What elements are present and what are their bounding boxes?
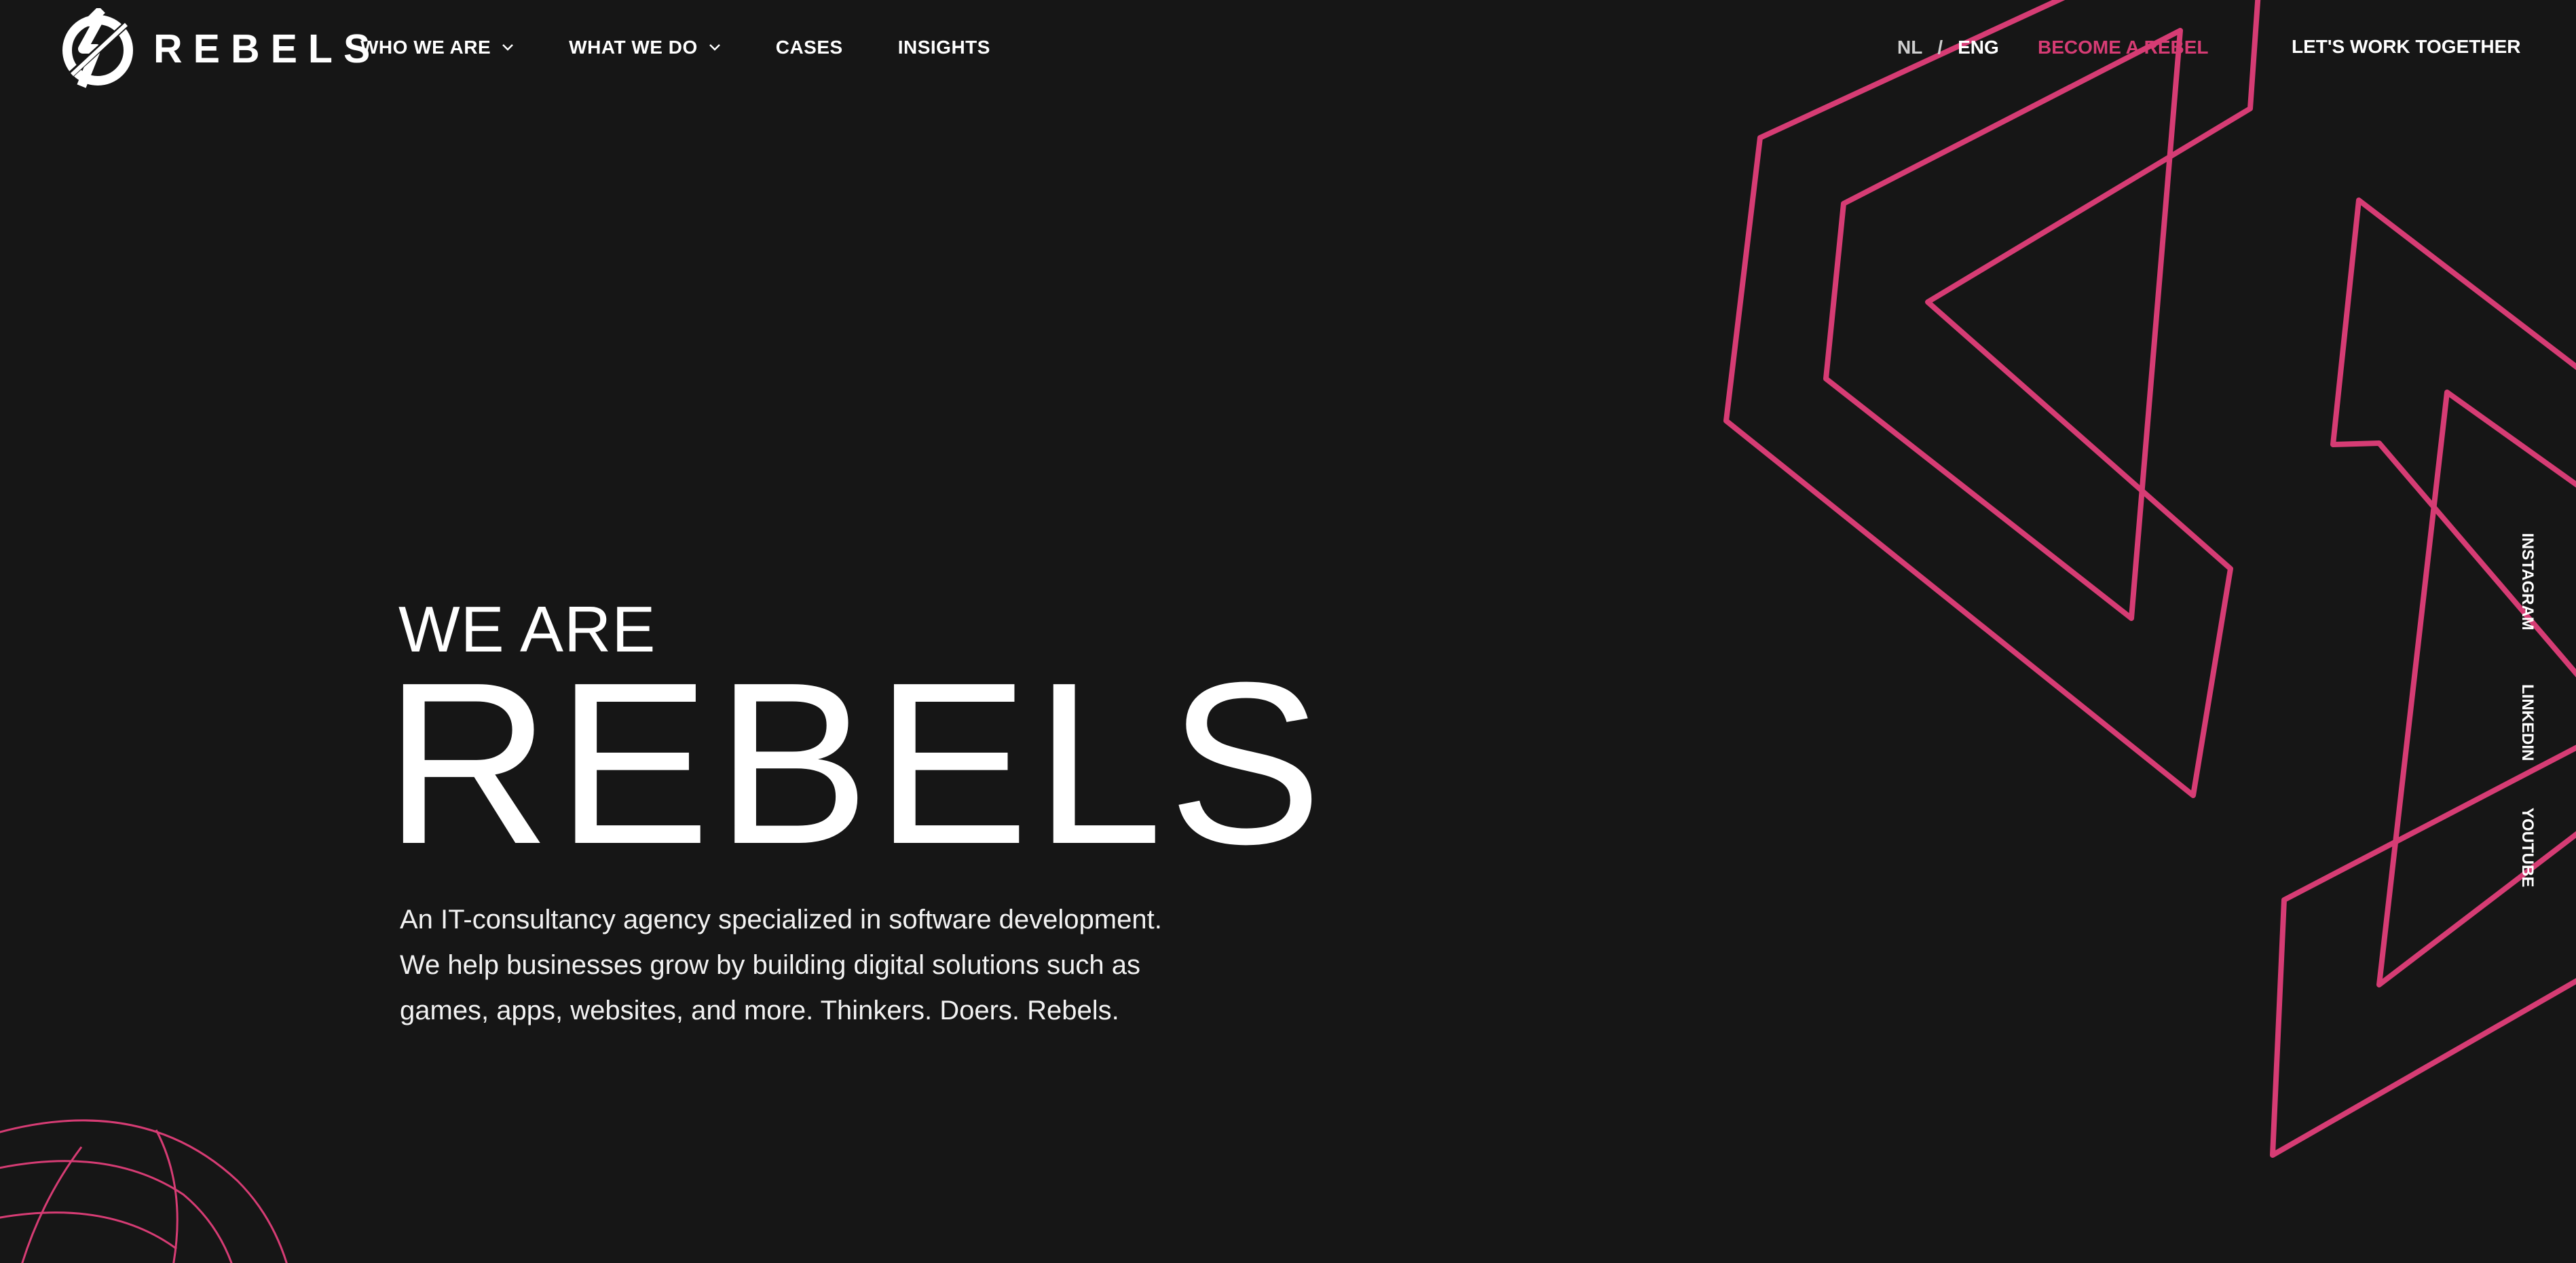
chevron-down-icon [709, 44, 720, 51]
nav-who-we-are-label: WHO WE ARE [360, 37, 491, 58]
outline-shape-middle [1823, 28, 2183, 621]
outline-shape-large [1723, 0, 2261, 798]
nav-what-we-do-label: WHAT WE DO [569, 37, 698, 58]
brand-wordmark: REBELS [153, 26, 381, 71]
nav-cases[interactable]: CASES [776, 38, 843, 57]
language-nl-link[interactable]: NL [1897, 38, 1922, 57]
outline-shape-right [2270, 197, 2576, 1158]
main-navigation: WHO WE ARE WHAT WE DO CASES INSIGHTS [360, 38, 990, 57]
language-switcher: NL / ENG [1897, 38, 1999, 57]
nav-cases-label: CASES [775, 37, 843, 58]
lets-work-together-button[interactable]: LET'S WORK TOGETHER [2292, 37, 2520, 56]
hero-description: An IT-consultancy agency specialized in … [400, 905, 1162, 1025]
hero-title: REBELS [384, 635, 1328, 892]
language-separator: / [1937, 37, 1943, 58]
rebels-logo-icon [62, 8, 133, 88]
nav-insights[interactable]: INSIGHTS [898, 38, 990, 57]
social-instagram-link[interactable]: INSTAGRAM [2518, 533, 2537, 630]
nav-insights-label: INSIGHTS [897, 37, 990, 58]
social-linkedin-link[interactable]: LINKEDIN [2518, 684, 2537, 761]
nav-what-we-do[interactable]: WHAT WE DO [569, 38, 721, 57]
become-a-rebel-link[interactable]: BECOME A REBEL [2038, 38, 2209, 57]
chevron-down-icon [502, 44, 514, 51]
outline-shape-right-inner [2376, 390, 2576, 987]
globe-outline [0, 1119, 288, 1263]
brand-logo[interactable]: REBELS [62, 8, 381, 90]
nav-who-we-are[interactable]: WHO WE ARE [360, 38, 514, 57]
social-youtube-link[interactable]: YOUTUBE [2518, 808, 2537, 887]
decorative-background-shapes [0, 0, 2576, 1263]
language-eng-link[interactable]: ENG [1958, 38, 1999, 57]
